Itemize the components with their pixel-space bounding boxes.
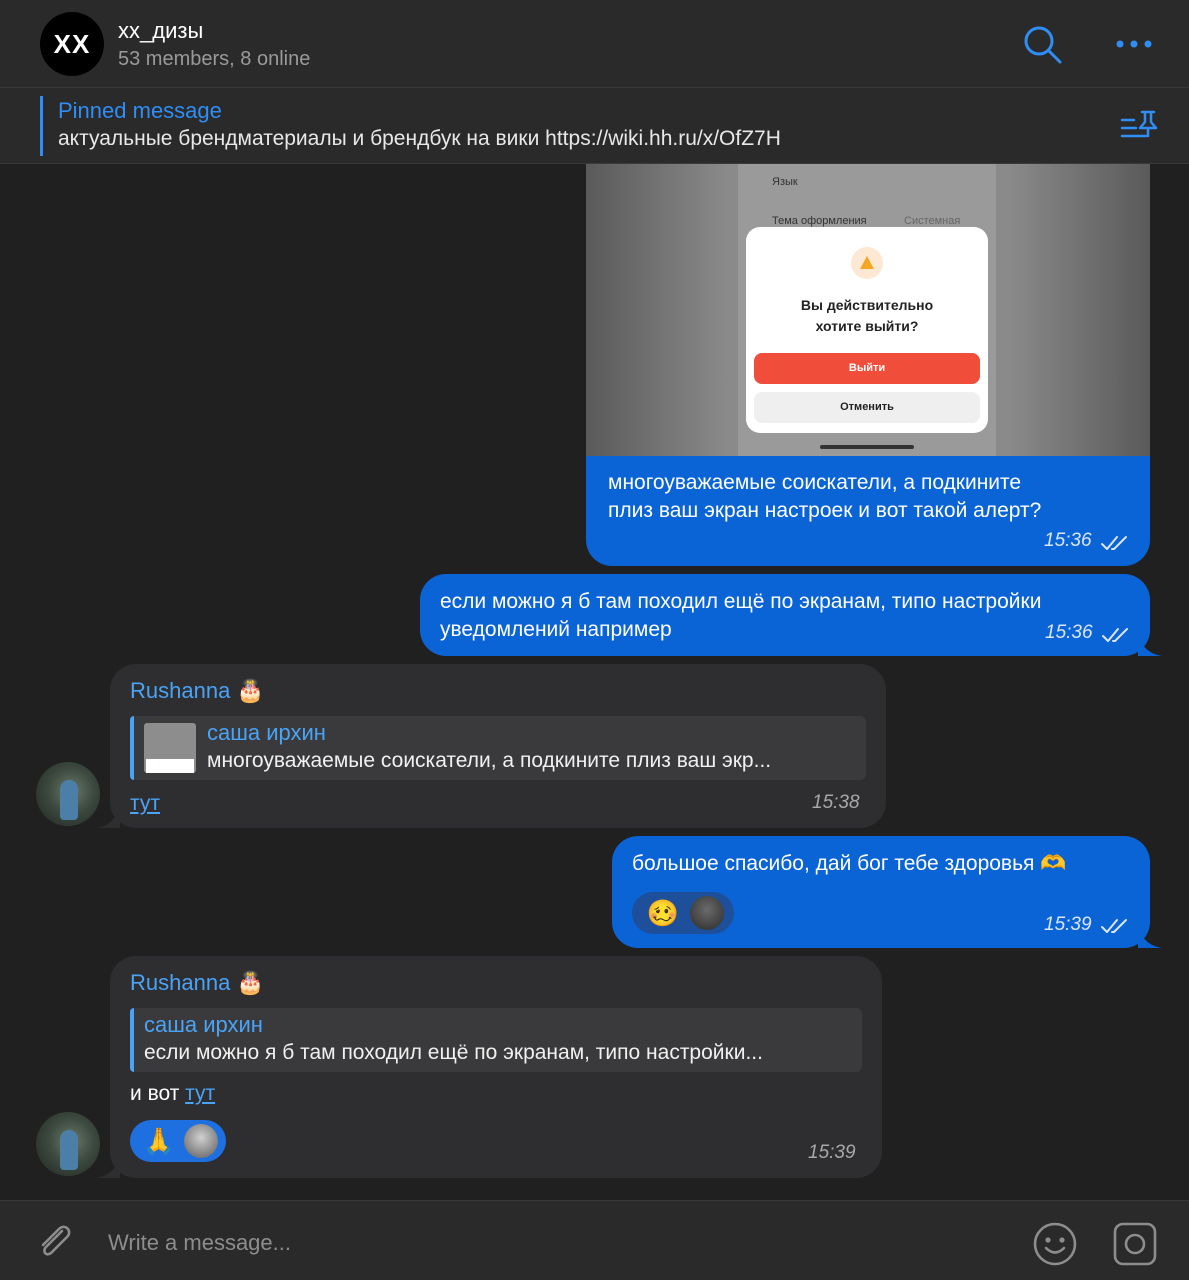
reply-text: многоуважаемые соискатели, а подкините п…: [207, 749, 772, 772]
read-ticks-icon: [1101, 919, 1127, 933]
sender-avatar[interactable]: [36, 1112, 100, 1176]
message-bubble-incoming[interactable]: Rushanna 🎂 саша ирхин если можно я б там…: [110, 956, 882, 1178]
chat-avatar[interactable]: XX: [40, 12, 104, 76]
message-link[interactable]: тут: [130, 792, 160, 815]
attached-screenshot[interactable]: Язык Тема оформления Системная Вы действ…: [586, 164, 1150, 456]
message-text: большое спасибо, дай бог тебе здоровья 🫶: [632, 852, 1067, 875]
message-bubble-outgoing[interactable]: если можно я б там походил ещё по экрана…: [420, 574, 1150, 656]
dialog-confirm-button: Выйти: [754, 353, 980, 384]
chat-header: XX xx_дизы 53 members, 8 online: [0, 0, 1189, 88]
message-time: 15:39: [808, 1142, 856, 1163]
message-time: 15:36: [1045, 622, 1093, 643]
chat-members-status: 53 members, 8 online: [118, 48, 311, 70]
sender-name[interactable]: Rushanna 🎂: [130, 678, 264, 704]
message-composer: [0, 1200, 1189, 1280]
screenshot-row-theme: Тема оформления: [772, 215, 867, 227]
home-indicator: [820, 445, 914, 449]
pinned-title: Pinned message: [58, 98, 222, 123]
sender-name[interactable]: Rushanna 🎂: [130, 970, 264, 996]
chat-title[interactable]: xx_дизы: [118, 18, 203, 44]
message-text: тут: [130, 790, 160, 818]
screenshot-row-language: Язык: [772, 176, 798, 188]
reaction-chip[interactable]: 🙏: [130, 1120, 226, 1162]
message-link[interactable]: тут: [185, 1082, 215, 1105]
pinned-indicator: [40, 96, 43, 156]
pinned-text: актуальные брендматериалы и брендбук на …: [58, 127, 781, 150]
pinned-message-bar[interactable]: Pinned message актуальные брендматериалы…: [0, 88, 1189, 164]
message-text-line2: плиз ваш экран настроек и вот такой алер…: [608, 499, 1042, 522]
message-text: и вот тут: [130, 1082, 216, 1105]
message-bubble-outgoing[interactable]: большое спасибо, дай бог тебе здоровья 🫶…: [612, 836, 1150, 948]
more-icon[interactable]: [1112, 28, 1156, 60]
camera-icon[interactable]: [1112, 1221, 1158, 1267]
dialog-title: Вы действительно хотите выйти?: [746, 295, 988, 337]
message-time: 15:39: [1044, 914, 1092, 935]
message-time: 15:38: [812, 792, 860, 813]
reply-sender-name: саша ирхин: [144, 1012, 263, 1037]
bubble-tail: [1138, 926, 1162, 948]
reaction-chip[interactable]: 🥴: [632, 892, 734, 934]
warning-icon: [851, 247, 883, 279]
message-text-line1: если можно я б там походил ещё по экрана…: [440, 590, 1042, 613]
reactor-avatar: [690, 896, 724, 930]
screenshot-alert-dialog: Вы действительно хотите выйти? Выйти Отм…: [746, 227, 988, 433]
reply-text: если можно я б там походил ещё по экрана…: [144, 1041, 763, 1064]
read-ticks-icon: [1102, 628, 1128, 642]
reply-sender-name: саша ирхин: [207, 720, 326, 745]
cake-emoji: 🎂: [236, 970, 264, 995]
bubble-tail: [96, 806, 120, 828]
reply-indicator: [130, 716, 134, 780]
message-text-line1: многоуважаемые соискатели, а подкините: [608, 471, 1022, 494]
bubble-tail: [1138, 634, 1162, 656]
search-icon[interactable]: [1020, 22, 1064, 66]
pinned-list-icon[interactable]: [1118, 108, 1162, 144]
bubble-tail: [96, 1156, 120, 1178]
paperclip-icon[interactable]: [32, 1219, 78, 1265]
sender-avatar[interactable]: [36, 762, 100, 826]
reply-indicator: [130, 1008, 134, 1072]
dialog-title-line1: Вы действительно: [800, 297, 934, 313]
reply-quote[interactable]: саша ирхин многоуважаемые соискатели, а …: [130, 716, 866, 780]
message-text-line2: уведомлений например: [440, 618, 672, 641]
screenshot-row-theme-value: Системная: [904, 215, 961, 227]
dialog-cancel-button: Отменить: [754, 392, 980, 423]
dialog-title-line2: хотите выйти?: [815, 318, 919, 334]
message-bubble-outgoing[interactable]: Язык Тема оформления Системная Вы действ…: [586, 164, 1150, 566]
reaction-emoji: 🥴: [646, 898, 680, 928]
message-input[interactable]: [108, 1225, 988, 1261]
read-ticks-icon: [1101, 536, 1127, 550]
message-bubble-incoming[interactable]: Rushanna 🎂 саша ирхин многоуважаемые сои…: [110, 664, 886, 828]
reply-thumbnail: [144, 723, 196, 773]
cake-emoji: 🎂: [236, 678, 264, 703]
reactor-avatar: [184, 1124, 218, 1158]
message-time: 15:36: [1044, 530, 1092, 551]
heart-hands-emoji: 🫶: [1040, 852, 1067, 875]
emoji-icon[interactable]: [1032, 1221, 1078, 1267]
reply-quote[interactable]: саша ирхин если можно я б там походил ещ…: [130, 1008, 862, 1072]
reaction-emoji: 🙏: [142, 1126, 176, 1156]
